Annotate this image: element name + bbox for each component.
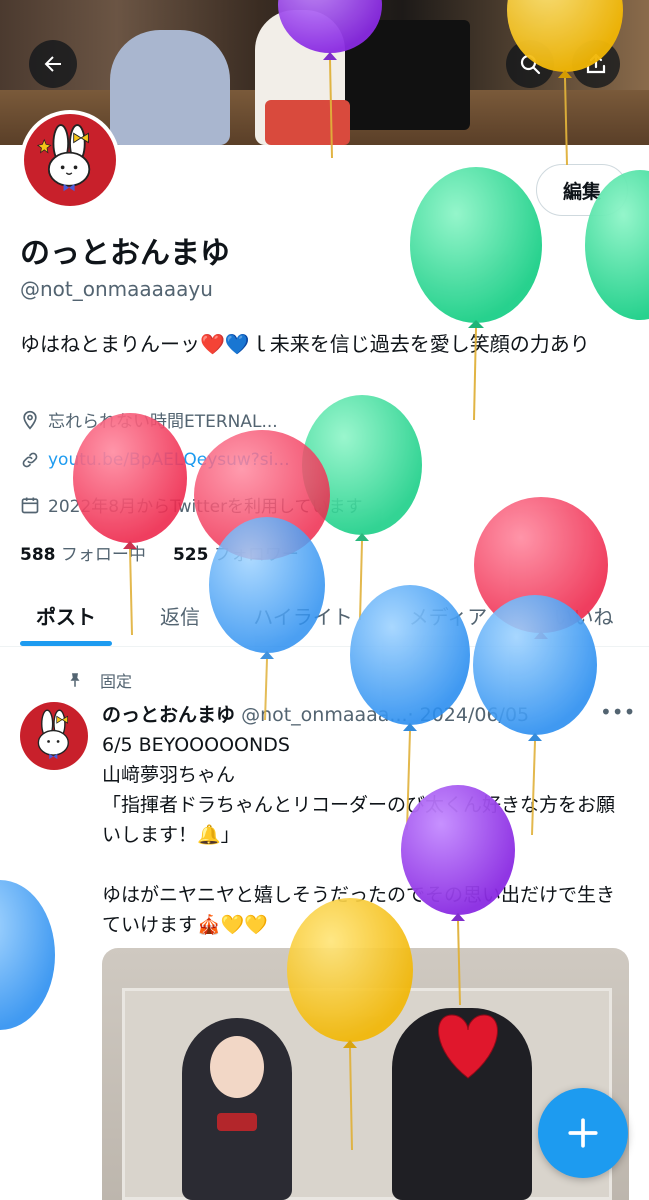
banner-skirt — [265, 100, 350, 145]
photo-ribbon — [217, 1113, 257, 1131]
search-icon — [520, 54, 541, 75]
pinned-indicator: 固定 — [66, 668, 132, 692]
profile-link[interactable]: youtu.be/BpAELQeysuw?si... — [48, 450, 290, 470]
balloon-green-icon — [410, 167, 542, 421]
user-handle: @not_onmaaaaayu — [20, 277, 213, 301]
edit-profile-button[interactable]: 編集 — [536, 164, 628, 216]
post-author-name[interactable]: のっとおんまゆ — [102, 704, 235, 726]
tab-label: ハイライト — [253, 605, 353, 629]
photo-face — [210, 1036, 264, 1098]
display-name: のっとおんまゆ — [20, 236, 230, 271]
bunny-avatar-icon — [37, 709, 69, 760]
tab-likes[interactable]: いいね — [518, 585, 649, 646]
joined-row: 2022年8月からTwitterを利用しています — [20, 492, 363, 517]
share-button[interactable] — [572, 40, 620, 88]
post-author-avatar[interactable] — [20, 702, 88, 770]
compose-post-button[interactable] — [538, 1088, 628, 1178]
back-button[interactable] — [29, 40, 77, 88]
calendar-icon — [21, 497, 39, 513]
location-row: 忘れられない時間ETERNAL... — [20, 407, 278, 432]
post-text: 6/5 BEYOOOOONDS 山﨑夢羽ちゃん 「指揮者ドラちゃんとリコーダーの… — [102, 734, 616, 936]
tab-replies[interactable]: 返信 — [132, 585, 228, 646]
followers-link[interactable]: 525 フォロワー — [173, 545, 299, 565]
tab-highlights[interactable]: ハイライト — [228, 585, 378, 646]
back-arrow-icon — [44, 56, 61, 72]
location-text: 忘れられない時間ETERNAL... — [48, 412, 278, 432]
followers-label: フォロワー — [213, 545, 299, 565]
active-tab-indicator — [20, 641, 112, 646]
photo-person-right — [392, 1008, 532, 1200]
banner-piano — [330, 20, 470, 130]
share-icon — [586, 53, 606, 74]
joined-text: 2022年8月からTwitterを利用しています — [48, 497, 363, 517]
tab-label: メディア — [408, 605, 488, 629]
post-header: のっとおんまゆ @not_onmaaaa...· 2024/06/05 — [102, 700, 632, 727]
pin-icon — [70, 673, 80, 687]
post-date[interactable]: · 2024/06/05 — [408, 704, 530, 726]
banner-person-left — [110, 30, 230, 145]
post-more-button[interactable]: ••• — [600, 700, 635, 724]
followers-count: 525 — [172, 545, 209, 565]
location-pin-icon — [23, 410, 37, 430]
tab-label: 返信 — [160, 605, 200, 629]
photo-person-left — [182, 1018, 292, 1200]
following-count: 588 — [20, 545, 56, 565]
profile-tabs: ポスト 返信 ハイライト メディア いいね — [0, 585, 649, 647]
balloon-blue-icon — [0, 880, 55, 1030]
following-label: フォロー中 — [60, 545, 146, 565]
tab-label: いいね — [553, 605, 614, 629]
post-author-handle[interactable]: @not_onmaaaa... — [241, 704, 407, 726]
pinned-label: 固定 — [100, 672, 133, 691]
profile-avatar[interactable] — [20, 110, 120, 210]
tab-label: ポスト — [36, 605, 96, 629]
profile-bio: ゆはねとまりんーッ❤️💙ｌ未来を信じ過去を愛し笑顔の力あり — [20, 332, 590, 356]
tab-media[interactable]: メディア — [378, 585, 518, 646]
link-row: youtu.be/BpAELQeysuw?si... — [20, 450, 290, 470]
search-button[interactable] — [506, 40, 554, 88]
following-link[interactable]: 588 フォロー中 — [20, 545, 146, 565]
link-icon — [22, 452, 38, 468]
tab-posts[interactable]: ポスト — [0, 585, 132, 646]
plus-icon — [568, 1118, 598, 1148]
follow-stats: 588 フォロー中 525 フォロワー — [20, 540, 299, 565]
bunny-avatar-icon — [36, 124, 91, 192]
